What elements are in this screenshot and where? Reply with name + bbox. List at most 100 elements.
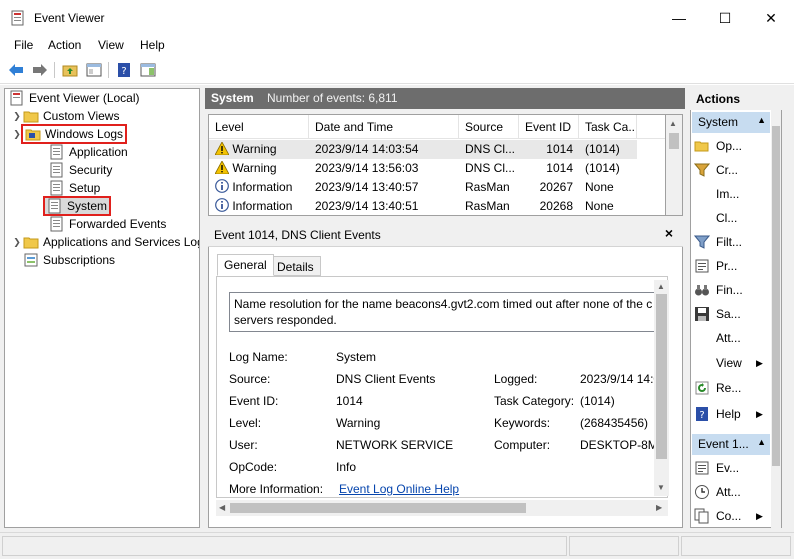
scroll-thumb[interactable]: [656, 294, 667, 459]
source-cell: DNS Cl...: [465, 161, 516, 175]
action-save-all-events[interactable]: Sa...: [694, 303, 741, 325]
scroll-up-icon[interactable]: ▲: [657, 282, 665, 291]
scroll-down-icon[interactable]: ▼: [657, 483, 665, 492]
actions-group-system[interactable]: System ▲: [692, 112, 770, 133]
action-attach-task[interactable]: Att...: [694, 327, 741, 349]
column-header-date[interactable]: Date and Time: [309, 115, 459, 139]
source-cell: RasMan: [465, 199, 510, 213]
opcode-value: Info: [336, 460, 357, 474]
log-icon: [50, 180, 63, 196]
menu-view[interactable]: View: [98, 38, 124, 52]
tree-item-setup[interactable]: Setup: [49, 179, 100, 197]
log-name: System: [211, 91, 254, 105]
menu-help[interactable]: Help: [140, 38, 165, 52]
action-import-custom-view[interactable]: Im...: [694, 183, 739, 205]
tree-item-forwarded-events[interactable]: Forwarded Events: [49, 215, 166, 233]
table-row[interactable]: Information 2023/9/14 13:40:51 RasMan 20…: [209, 197, 637, 215]
log-name-label: Log Name:: [229, 350, 288, 364]
action-create-custom-view[interactable]: Cr...: [694, 159, 738, 181]
close-button[interactable]: ✕: [748, 0, 794, 36]
level-text: Information: [232, 199, 293, 213]
column-header-source[interactable]: Source: [459, 115, 519, 139]
chevron-right-icon[interactable]: ❯: [11, 237, 23, 248]
action-attach-task-to-event[interactable]: Att...: [694, 481, 741, 503]
table-row[interactable]: Warning 2023/9/14 13:56:03 DNS Cl... 101…: [209, 159, 637, 178]
action-clear-log[interactable]: Cl...: [694, 207, 737, 229]
close-detail-icon[interactable]: ×: [665, 225, 673, 241]
tree-item-security[interactable]: Security: [49, 161, 112, 179]
help-book-icon: ?: [696, 407, 708, 421]
tree-item-root[interactable]: Event Viewer (Local): [9, 89, 140, 107]
open-folder-icon: [694, 141, 709, 152]
show-hide-tree-button[interactable]: [84, 60, 104, 80]
folder-icon: [23, 111, 39, 123]
scroll-thumb[interactable]: [669, 133, 679, 149]
maximize-button[interactable]: ☐: [702, 0, 748, 36]
tree-item-subscriptions[interactable]: Subscriptions: [23, 251, 115, 269]
detail-horizontal-scrollbar[interactable]: ◀ ▶: [216, 500, 668, 516]
chevron-right-icon[interactable]: ❯: [11, 111, 23, 122]
info-icon: [215, 198, 229, 212]
filter-icon: [694, 163, 710, 177]
scroll-thumb[interactable]: [230, 503, 526, 513]
table-row[interactable]: Warning 2023/9/14 14:03:54 DNS Cl... 101…: [209, 140, 637, 159]
tree-item-application[interactable]: Application: [49, 143, 128, 161]
action-refresh[interactable]: Re...: [694, 377, 741, 399]
actions-scrollbar[interactable]: [771, 110, 781, 528]
action-copy[interactable]: Co... ▶: [694, 505, 763, 527]
date-cell: 2023/9/14 13:56:03: [315, 161, 419, 175]
tab-details[interactable]: Details: [270, 256, 321, 276]
subscriptions-icon: [24, 253, 38, 267]
up-folder-button[interactable]: [60, 60, 80, 80]
tree-item-apps-services[interactable]: ❯ Applications and Services Logs: [11, 233, 199, 251]
action-label: Att...: [716, 331, 741, 345]
help-button[interactable]: ?: [114, 60, 134, 80]
action-event-properties[interactable]: Ev...: [694, 457, 739, 479]
actions-group-event[interactable]: Event 1... ▲: [692, 434, 770, 455]
level-text: Warning: [232, 161, 277, 175]
menu-file[interactable]: File: [14, 38, 33, 52]
event-list: Level Date and Time Source Event ID Task…: [208, 114, 666, 216]
action-find[interactable]: Fin...: [694, 279, 743, 301]
back-button[interactable]: [6, 60, 26, 80]
tree-item-windows-logs[interactable]: ❯ Windows Logs: [11, 124, 128, 144]
event-list-scrollbar[interactable]: ▲: [666, 114, 683, 216]
scroll-thumb[interactable]: [772, 126, 780, 466]
tab-general[interactable]: General: [217, 254, 274, 276]
level-cell: Warning: [209, 159, 309, 178]
tree-item-system[interactable]: System: [42, 196, 112, 216]
warning-icon: [214, 141, 230, 156]
action-view[interactable]: View ▶: [694, 352, 763, 374]
event-id-label: Event ID:: [229, 394, 279, 408]
action-filter-current-log[interactable]: Filt...: [694, 231, 742, 253]
action-label: Op...: [716, 139, 743, 153]
event-log-online-help-link[interactable]: Event Log Online Help: [339, 482, 459, 496]
action-open-saved-log[interactable]: Op...: [694, 135, 742, 157]
action-label: Pr...: [716, 259, 738, 273]
minimize-button[interactable]: —: [656, 0, 702, 36]
level-text: Warning: [232, 142, 277, 156]
column-header-task-category[interactable]: Task Ca...: [579, 115, 637, 139]
blank-icon: [694, 330, 710, 346]
level-cell: Information: [209, 197, 309, 215]
svg-text:?: ?: [121, 66, 126, 77]
table-row[interactable]: Information 2023/9/14 13:40:57 RasMan 20…: [209, 178, 637, 197]
warning-icon: [214, 160, 230, 175]
menu-action[interactable]: Action: [48, 38, 81, 52]
event-message[interactable]: Name resolution for the name beacons4.gv…: [229, 292, 655, 332]
action-help[interactable]: ? Help ▶: [694, 403, 763, 425]
column-header-event-id[interactable]: Event ID: [519, 115, 579, 139]
show-hide-action-pane-button[interactable]: [138, 60, 158, 80]
console-tree: Event Viewer (Local) ❯ Custom Views ❯ Wi…: [4, 88, 200, 528]
column-header-level[interactable]: Level: [209, 115, 309, 139]
tree-item-custom-views[interactable]: ❯ Custom Views: [11, 107, 119, 125]
log-icon: [50, 216, 63, 232]
tree-label: System: [67, 199, 108, 213]
forward-button[interactable]: [30, 60, 50, 80]
chevron-down-icon[interactable]: ❯: [11, 129, 23, 140]
detail-vertical-scrollbar[interactable]: ▲ ▼: [654, 280, 669, 496]
scroll-left-icon[interactable]: ◀: [219, 503, 225, 512]
scroll-right-icon[interactable]: ▶: [656, 503, 662, 512]
action-properties[interactable]: Pr...: [694, 255, 737, 277]
scroll-up-icon[interactable]: ▲: [669, 119, 677, 128]
